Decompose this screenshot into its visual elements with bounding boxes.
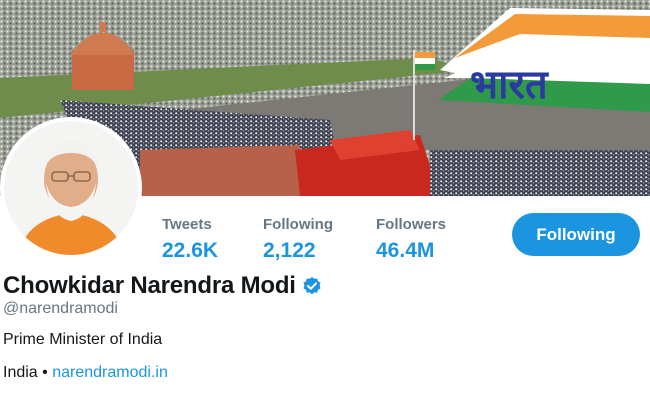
bio: Prime Minister of India [3,331,163,348]
following-button[interactable]: Following [512,213,640,256]
name-row: Chowkidar Narendra Modi [3,270,322,302]
stat-followers-label: Followers [376,216,447,233]
stat-tweets-label: Tweets [162,216,212,233]
display-name[interactable]: Chowkidar Narendra Modi [3,272,296,300]
profile-meta: India • narendramodi.in [3,364,168,382]
stat-following-label: Following [263,216,333,233]
stat-following[interactable]: Following 2,122 [263,216,333,264]
verified-badge-icon [302,276,322,296]
stat-followers-value: 46.4M [376,239,435,262]
stat-following-value: 2,122 [263,239,316,262]
stat-tweets-value: 22.6K [162,239,219,262]
meta-separator: • [42,364,48,381]
handle[interactable]: @narendramodi [3,300,118,318]
stat-followers[interactable]: Followers 46.4M [376,216,446,264]
stat-tweets[interactable]: Tweets 22.6K [162,216,218,264]
website-link[interactable]: narendramodi.in [52,364,168,381]
banner-text: भारत [470,62,549,108]
location: India [3,364,38,381]
